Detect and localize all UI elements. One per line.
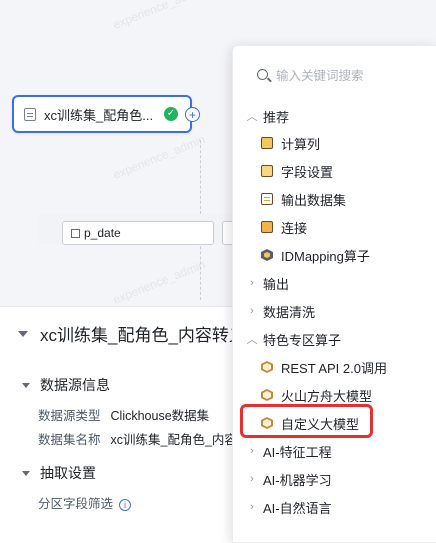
source-type-label: 数据源类型: [38, 409, 101, 423]
menu-item-label: 自定义大模型: [281, 416, 360, 432]
calendar-icon: [71, 229, 80, 238]
menu-item-label: REST API 2.0调用: [281, 360, 387, 376]
category-special-operators[interactable]: ︿ 特色专区算子: [233, 326, 436, 352]
menu-item-output-dataset[interactable]: 输出数据集: [233, 186, 436, 212]
operator-hex-icon: [261, 361, 273, 373]
category-ai-machine-learning[interactable]: › AI-机器学习: [233, 466, 436, 492]
menu-item-volcano-ark-model[interactable]: 火山方舟大模型: [233, 382, 436, 408]
partition-label: 分区字段筛选: [38, 497, 114, 511]
category-label: 数据清洗: [263, 304, 316, 320]
menu-item-field-settings[interactable]: 字段设置: [233, 158, 436, 184]
output-dataset-icon: [261, 193, 273, 205]
partition-field-value: p_date: [84, 226, 121, 240]
chevron-right-icon: ›: [250, 305, 254, 317]
menu-item-label: 连接: [281, 220, 308, 236]
category-label: AI-自然语言: [263, 500, 332, 516]
collapse-icon[interactable]: [18, 330, 28, 337]
section-title: 抽取设置: [40, 465, 96, 481]
partition-field-select[interactable]: p_date: [62, 221, 214, 245]
watermark: experience_admin: [110, 0, 208, 32]
join-icon: [261, 221, 273, 233]
chevron-right-icon: ›: [250, 277, 254, 289]
panel-title: xc训练集_配角色_内容转义_: [40, 326, 256, 345]
section-datasource-info[interactable]: 数据源信息: [22, 375, 110, 395]
category-label: 推荐: [263, 109, 290, 125]
category-label: 输出: [263, 276, 290, 292]
collapse-icon[interactable]: [22, 382, 30, 388]
chevron-right-icon: ›: [250, 473, 254, 485]
panel-header[interactable]: xc训练集_配角色_内容转义_: [18, 321, 255, 346]
node-label: xc训练集_配角色...: [44, 107, 154, 123]
dataset-name-row: 数据集名称 xc训练集_配角色_内容转: [38, 429, 249, 448]
operator-dropdown: 输入关键词搜索 ︿ 推荐 计算列 字段设置 输出数据集 连接 IDMapping算…: [232, 45, 436, 543]
category-ai-feature-engineering[interactable]: › AI-特征工程: [233, 438, 436, 464]
plus-circle-icon[interactable]: +: [185, 107, 200, 122]
menu-item-label: 输出数据集: [281, 192, 347, 208]
menu-item-rest-api[interactable]: REST API 2.0调用: [233, 354, 436, 380]
check-circle-icon: ✓: [164, 107, 178, 121]
dataset-name-value: xc训练集_配角色_内容转: [110, 433, 250, 447]
operator-hex-icon: [261, 389, 273, 401]
search-icon: [257, 68, 268, 80]
info-icon[interactable]: i: [119, 498, 132, 511]
category-label: AI-特征工程: [263, 444, 332, 460]
dataset-name-label: 数据集名称: [38, 433, 101, 447]
source-type-value: Clickhouse数据集: [110, 409, 210, 423]
menu-item-label: IDMapping算子: [281, 248, 370, 264]
chevron-right-icon: ›: [250, 501, 254, 513]
category-label: AI-机器学习: [263, 472, 332, 488]
category-output[interactable]: › 输出: [233, 270, 436, 296]
section-extract-settings[interactable]: 抽取设置: [22, 463, 96, 483]
category-ai-nlp[interactable]: › AI-自然语言: [233, 494, 436, 520]
dataset-node[interactable]: xc训练集_配角色... ✓ +: [12, 95, 200, 133]
watermark: experience_admin: [110, 257, 208, 307]
chevron-up-icon: ︿: [246, 334, 258, 346]
section-title: 数据源信息: [40, 377, 110, 393]
menu-item-join[interactable]: 连接: [233, 214, 436, 240]
operator-hex-icon: [261, 249, 273, 261]
menu-item-calc-column[interactable]: 计算列: [233, 130, 436, 156]
source-type-row: 数据源类型 Clickhouse数据集: [38, 405, 209, 424]
search-placeholder: 输入关键词搜索: [276, 68, 364, 83]
watermark: experience_admin: [110, 132, 208, 182]
category-data-cleaning[interactable]: › 数据清洗: [233, 298, 436, 324]
calculator-icon: [261, 137, 273, 149]
chevron-up-icon: ︿: [246, 111, 258, 123]
category-recommend[interactable]: ︿ 推荐: [233, 103, 436, 129]
partition-filter-row: 分区字段筛选 i: [38, 493, 132, 512]
operator-hex-icon: [261, 417, 273, 429]
field-settings-icon: [261, 165, 273, 177]
search-input[interactable]: 输入关键词搜索: [251, 60, 436, 88]
chevron-right-icon: ›: [250, 445, 254, 457]
menu-item-label: 计算列: [281, 136, 321, 152]
menu-item-label: 字段设置: [281, 164, 334, 180]
document-icon: [24, 107, 36, 121]
menu-item-idmapping[interactable]: IDMapping算子: [233, 242, 436, 268]
menu-item-custom-model[interactable]: 自定义大模型: [233, 410, 436, 436]
category-label: 特色专区算子: [263, 332, 342, 348]
menu-item-label: 火山方舟大模型: [281, 388, 373, 404]
collapse-icon[interactable]: [22, 470, 30, 476]
